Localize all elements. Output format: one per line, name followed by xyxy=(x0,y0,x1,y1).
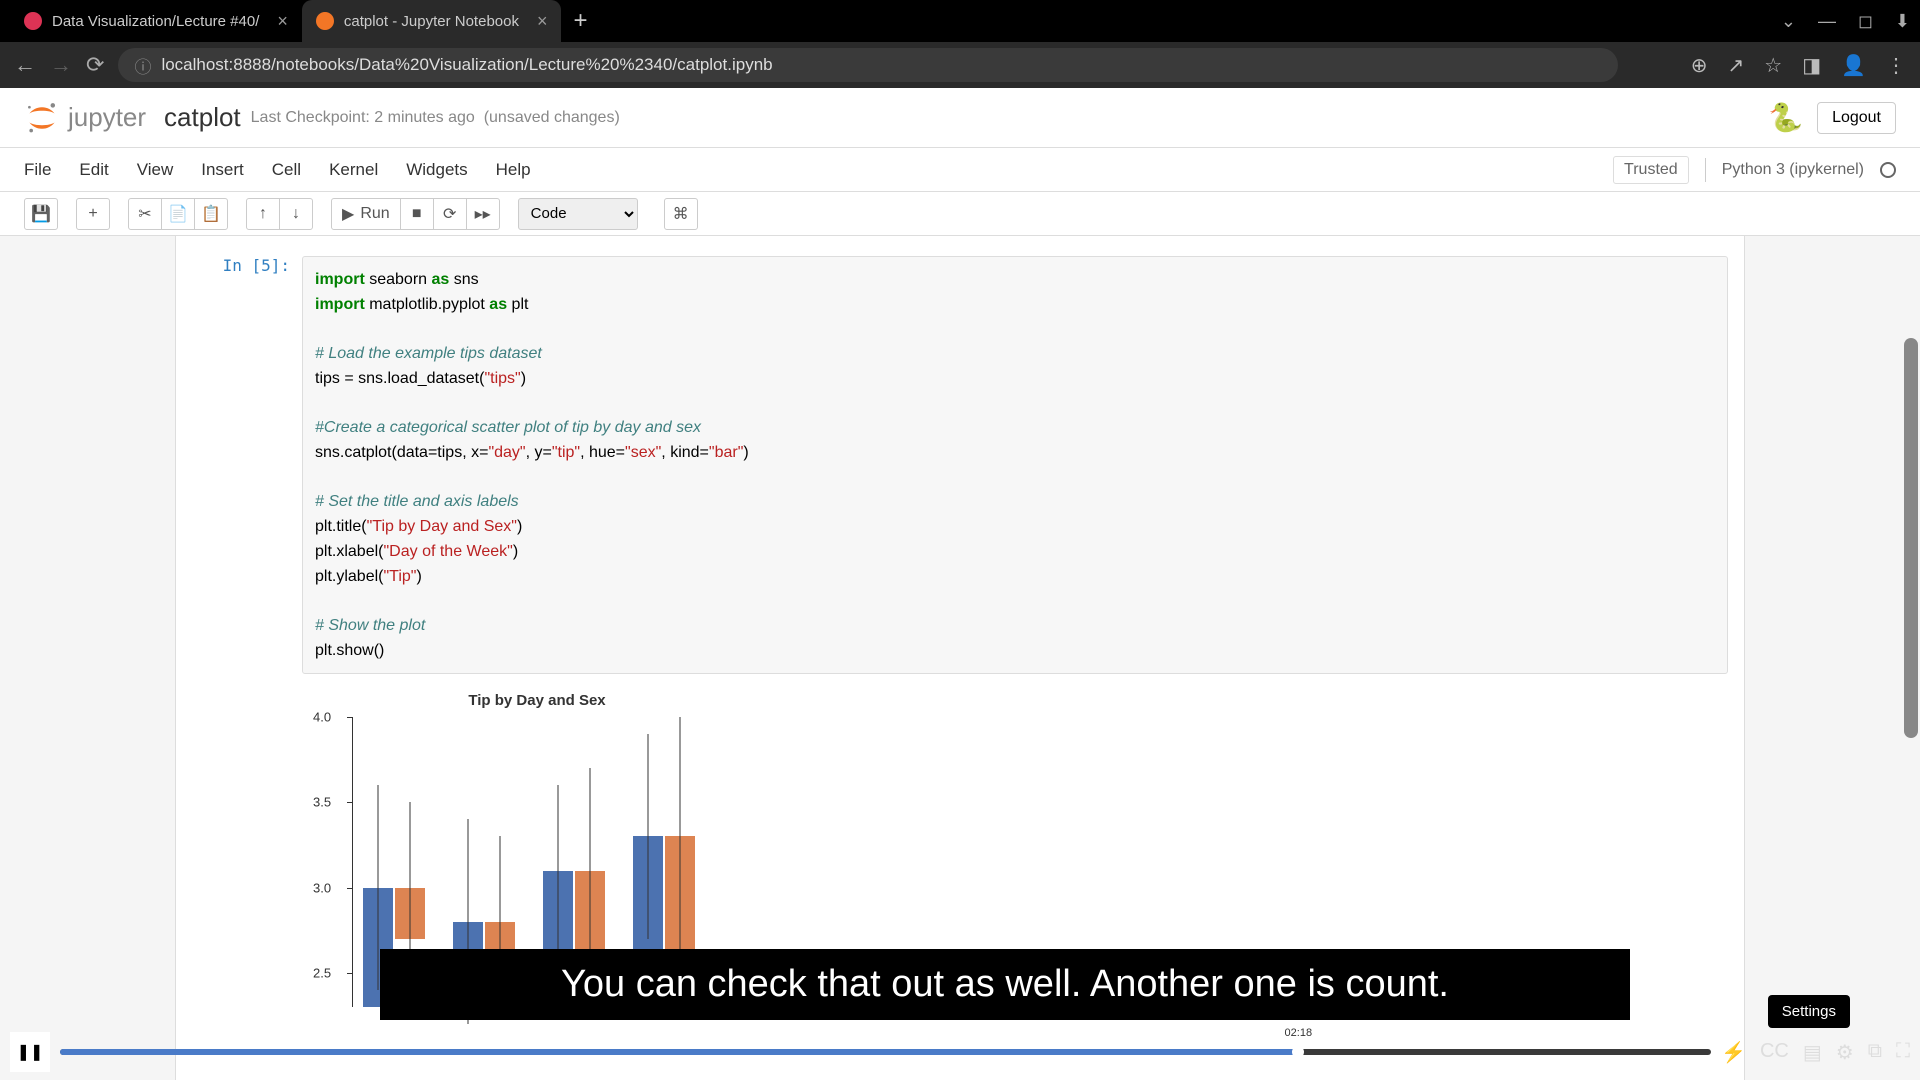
pip-icon[interactable]: ⧉ xyxy=(1868,1040,1882,1065)
tab-favicon-icon xyxy=(24,12,42,30)
notebook-header: jupyter catplot Last Checkpoint: 2 minut… xyxy=(0,88,1920,148)
new-tab-icon[interactable]: + xyxy=(573,7,587,35)
menu-edit[interactable]: Edit xyxy=(79,160,108,180)
cell-type-select[interactable]: Code xyxy=(518,198,638,230)
menu-icon[interactable]: ⋮ xyxy=(1886,53,1906,78)
back-icon[interactable]: ← xyxy=(14,52,36,78)
profile-icon[interactable]: 👤 xyxy=(1841,53,1866,78)
notebook-toolbar: 💾 + ✂ 📄 📋 ↑ ↓ ▶ Run ■ ⟳ ▸▸ Code ⌘ xyxy=(0,192,1920,236)
logout-button[interactable]: Logout xyxy=(1817,102,1896,134)
zoom-icon[interactable]: ⊕ xyxy=(1691,53,1708,78)
settings-icon[interactable]: ⚙ xyxy=(1836,1040,1854,1065)
restart-run-all-button[interactable]: ▸▸ xyxy=(466,198,500,230)
notebook-area: jupyter catplot Last Checkpoint: 2 minut… xyxy=(0,88,1920,1080)
download-icon[interactable]: ⬇ xyxy=(1895,11,1910,32)
restart-button[interactable]: ⟳ xyxy=(433,198,467,230)
reload-icon[interactable]: ⟳ xyxy=(86,52,104,78)
bar xyxy=(395,888,425,939)
scrollbar-vertical[interactable] xyxy=(1904,338,1918,738)
run-button[interactable]: ▶ Run xyxy=(331,198,401,230)
pause-button[interactable]: ❚❚ xyxy=(10,1032,50,1072)
progress-fill xyxy=(60,1049,1298,1055)
y-tick-label: 3.5 xyxy=(313,795,331,810)
menu-help[interactable]: Help xyxy=(496,160,531,180)
kernel-name[interactable]: Python 3 (ipykernel) xyxy=(1722,161,1864,179)
share-icon[interactable]: ↗ xyxy=(1727,53,1744,78)
dropdown-icon[interactable]: ⌄ xyxy=(1781,11,1796,32)
site-info-icon[interactable]: ⓘ xyxy=(134,53,151,78)
command-palette-button[interactable]: ⌘ xyxy=(664,198,698,230)
menu-kernel[interactable]: Kernel xyxy=(329,160,378,180)
kernel-status-icon[interactable] xyxy=(1880,162,1896,178)
bar xyxy=(575,871,605,956)
jupyter-logo[interactable]: jupyter xyxy=(24,100,146,136)
paste-button[interactable]: 📋 xyxy=(194,198,228,230)
jupyter-logo-icon xyxy=(24,100,60,136)
menubar: File Edit View Insert Cell Kernel Widget… xyxy=(0,148,1920,192)
sidepanel-icon[interactable]: ◨ xyxy=(1802,53,1821,78)
tab-favicon-icon xyxy=(316,12,334,30)
video-caption: You can check that out as well. Another … xyxy=(380,949,1630,1020)
stop-button[interactable]: ■ xyxy=(400,198,434,230)
url-bar[interactable]: ⓘ localhost:8888/notebooks/Data%20Visual… xyxy=(118,48,1618,82)
maximize-icon[interactable]: ◻ xyxy=(1858,11,1873,32)
close-icon[interactable]: × xyxy=(537,11,548,32)
menu-view[interactable]: View xyxy=(137,160,174,180)
y-tick-label: 3.0 xyxy=(313,880,331,895)
fullscreen-icon[interactable]: ⛶ xyxy=(1896,1040,1910,1065)
browser-toolbar: ← → ⟳ ⓘ localhost:8888/notebooks/Data%20… xyxy=(0,42,1920,88)
chart-title: Tip by Day and Sex xyxy=(302,692,772,709)
code-cell[interactable]: In [5]: import seaborn as sns import mat… xyxy=(176,248,1744,682)
save-button[interactable]: 💾 xyxy=(24,198,58,230)
copy-button[interactable]: 📄 xyxy=(161,198,195,230)
forward-icon[interactable]: → xyxy=(50,52,72,78)
time-badge: 02:18 xyxy=(1280,1025,1318,1041)
cc-icon[interactable]: CC xyxy=(1760,1040,1789,1065)
progress-thumb[interactable] xyxy=(1292,1046,1304,1058)
python-logo-icon: 🐍 xyxy=(1768,101,1803,134)
tab-title: catplot - Jupyter Notebook xyxy=(344,13,519,30)
video-controls: ❚❚ 02:18 ⚡ CC ▤ ⚙ ⧉ ⛶ xyxy=(10,1034,1910,1070)
y-tick-label: 2.5 xyxy=(313,965,331,980)
move-down-button[interactable]: ↓ xyxy=(279,198,313,230)
url-text: localhost:8888/notebooks/Data%20Visualiz… xyxy=(161,55,772,75)
cell-prompt: In [5]: xyxy=(192,256,302,674)
window-controls: ⌄ — ◻ ⬇ xyxy=(1781,11,1910,32)
star-icon[interactable]: ☆ xyxy=(1764,53,1782,78)
menu-insert[interactable]: Insert xyxy=(201,160,244,180)
close-icon[interactable]: × xyxy=(277,11,288,32)
settings-tooltip: Settings xyxy=(1768,995,1850,1028)
browser-tab[interactable]: Data Visualization/Lecture #40/ × xyxy=(10,0,302,42)
checkpoint-text: Last Checkpoint: 2 minutes ago (unsaved … xyxy=(251,109,620,127)
tab-title: Data Visualization/Lecture #40/ xyxy=(52,13,259,30)
y-tick-label: 4.0 xyxy=(313,710,331,725)
browser-tab-active[interactable]: catplot - Jupyter Notebook × xyxy=(302,0,562,42)
cut-button[interactable]: ✂ xyxy=(128,198,162,230)
speed-icon[interactable]: ⚡ xyxy=(1721,1040,1746,1065)
code-editor[interactable]: import seaborn as sns import matplotlib.… xyxy=(302,256,1728,674)
menu-widgets[interactable]: Widgets xyxy=(406,160,467,180)
move-up-button[interactable]: ↑ xyxy=(246,198,280,230)
quality-icon[interactable]: ▤ xyxy=(1803,1040,1822,1065)
browser-titlebar: Data Visualization/Lecture #40/ × catplo… xyxy=(0,0,1920,42)
jupyter-text: jupyter xyxy=(68,102,146,133)
trusted-indicator[interactable]: Trusted xyxy=(1613,156,1689,184)
notebook-name[interactable]: catplot xyxy=(164,102,241,133)
add-cell-button[interactable]: + xyxy=(76,198,110,230)
video-progress[interactable]: 02:18 xyxy=(60,1049,1711,1055)
menu-cell[interactable]: Cell xyxy=(272,160,301,180)
menu-file[interactable]: File xyxy=(24,160,51,180)
minimize-icon[interactable]: — xyxy=(1818,11,1836,32)
